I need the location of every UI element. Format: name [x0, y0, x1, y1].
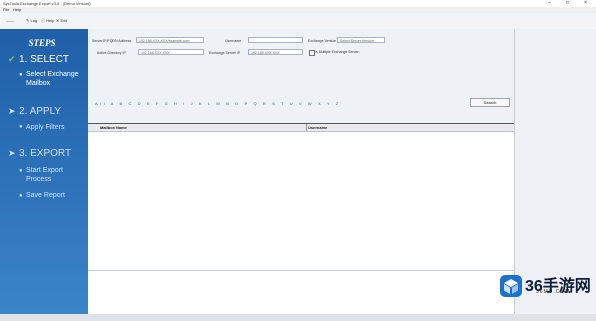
step-3-title: 3. EXPORT [19, 148, 72, 159]
multiple-server-label: Is Multiple Exchange Server [315, 50, 359, 54]
toolbar-separator-icon: —— [6, 18, 14, 23]
step-2-sub-1: Apply Filters [26, 124, 65, 131]
exchange-version-select[interactable]: Select Server Version [337, 37, 385, 43]
window-title: SysTools Exchange Export v3.0 - (Demo Ve… [3, 1, 91, 6]
step-3-sub-2: Process [26, 176, 52, 183]
title-bar: SysTools Exchange Export v3.0 - (Demo Ve… [0, 0, 596, 7]
toolbar-exit-label: Exit [60, 18, 68, 23]
exchange-ip-input[interactable]: 192.168.XXX.XXX [248, 49, 303, 55]
toolbar-help-button[interactable]: ⓘ Help [41, 18, 54, 24]
arrow-icon: ➤ [8, 148, 16, 158]
exchange-version-label: Exchange Version [308, 39, 337, 43]
bullet-icon: ● [19, 193, 23, 199]
mailbox-table-header: Mailbox Name Username [88, 123, 514, 132]
status-bar [0, 314, 596, 321]
toolbar-help-label: Help [46, 18, 55, 23]
arrow-icon: ➤ [8, 106, 16, 116]
step-3-sub-1: Start Export [26, 167, 63, 174]
server-ip-label: Server IP/FQDN Address [92, 39, 132, 43]
username-label: Username [225, 39, 242, 43]
step-1-sub-2: Mailbox [26, 80, 51, 87]
minimize-icon[interactable]: – [548, 0, 551, 7]
ad-ip-input[interactable]: 192.168.XXX.XXX [138, 49, 204, 55]
toolbar-log-button[interactable]: ✎ Log [26, 18, 37, 23]
step-2-title: 2. APPLY [19, 106, 62, 117]
alphabet-filter[interactable]: All A B C D E F G H I J K L M N O P Q R … [95, 101, 341, 106]
steps-heading: STEPS [28, 38, 56, 48]
step-1-title: 1. SELECT [19, 54, 70, 65]
username-input[interactable] [248, 37, 303, 43]
bullet-icon: ● [19, 124, 23, 130]
step-1-sub-1: Select Exchange [26, 71, 79, 78]
bullet-icon: ● [19, 168, 23, 174]
search-button[interactable]: Search [470, 98, 510, 107]
toolbar-exit-button[interactable]: ✕ Exit [56, 18, 67, 23]
connection-form [88, 29, 514, 123]
ad-ip-label: Active Directory IP [97, 51, 126, 55]
watermark-logo-icon [500, 275, 522, 297]
exchange-ip-label: Exchange Server IP [209, 51, 241, 55]
watermark-subtext: 36MU.COM [536, 289, 571, 295]
toolbar: —— ✎ Log ⓘ Help ✕ Exit [0, 13, 596, 30]
bullet-icon: ● [19, 72, 23, 78]
column-mailbox-name[interactable]: Mailbox Name [100, 125, 127, 130]
check-icon: ✔ [8, 54, 16, 64]
step-3-sub-3: Save Report [26, 192, 65, 199]
maximize-icon[interactable]: □ [566, 0, 569, 7]
divider [88, 270, 514, 271]
server-ip-input[interactable]: 192.168.XXX.XXX/example.com [136, 37, 204, 43]
close-icon[interactable]: × [584, 0, 587, 7]
toolbar-log-label: Log [30, 18, 38, 23]
column-username[interactable]: Username [308, 125, 327, 130]
column-divider [306, 124, 307, 131]
